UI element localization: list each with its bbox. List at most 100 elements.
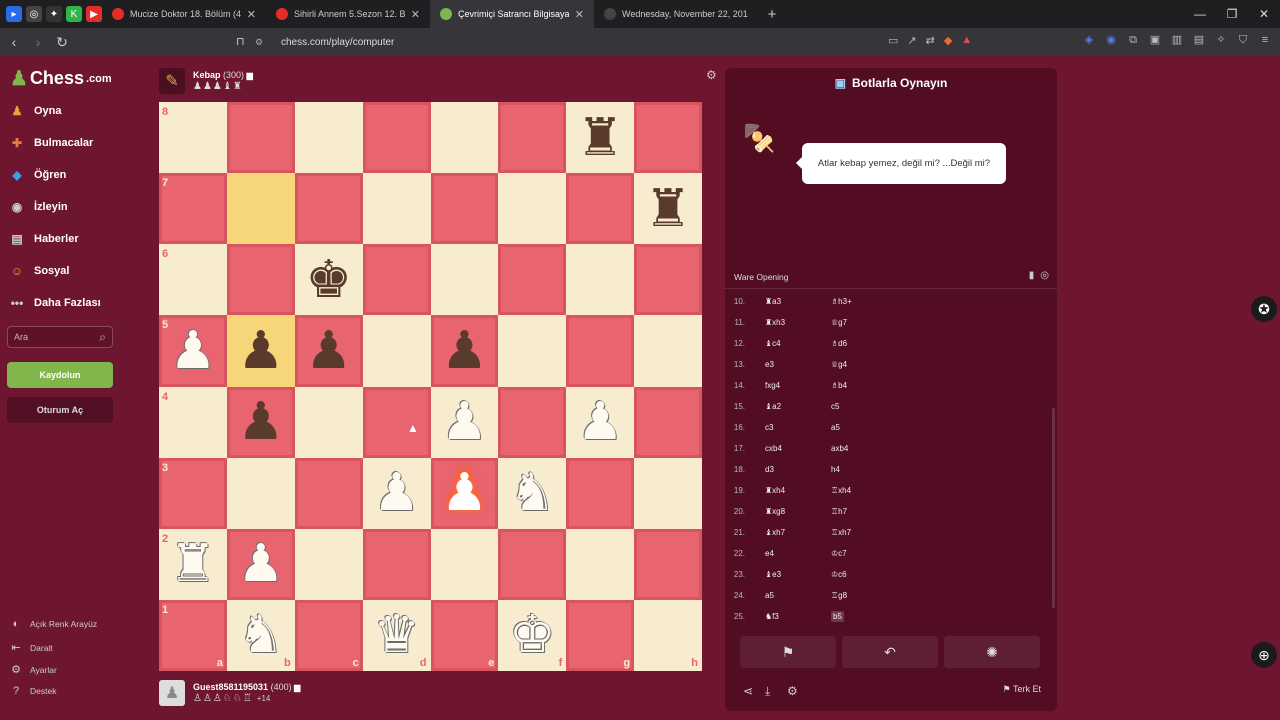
square-c6[interactable]: ♚ bbox=[294, 244, 363, 316]
square-f8[interactable] bbox=[498, 102, 567, 174]
white-move[interactable]: ♝c4 bbox=[765, 339, 831, 348]
maximize-icon[interactable]: ❐ bbox=[1216, 0, 1248, 28]
black-move[interactable]: ♔c7 bbox=[831, 549, 847, 558]
brave-shield-icon[interactable]: ◆ bbox=[944, 34, 952, 47]
white-pawn-piece[interactable]: ♟ bbox=[238, 538, 285, 590]
pinned-tab-icon[interactable]: ◎ bbox=[26, 6, 42, 22]
square-g1[interactable]: g bbox=[566, 599, 635, 671]
square-d8[interactable] bbox=[362, 102, 431, 174]
black-move[interactable]: ♗b4 bbox=[831, 381, 847, 390]
white-pawn-piece[interactable]: ♟ bbox=[441, 467, 488, 519]
black-move[interactable]: ♕g7 bbox=[831, 318, 847, 327]
search-icon[interactable]: ⌕ bbox=[99, 330, 106, 345]
board-settings-icon[interactable]: ⚙ bbox=[706, 68, 717, 82]
square-b4[interactable]: ♟ bbox=[226, 386, 295, 458]
square-c8[interactable] bbox=[294, 102, 363, 174]
square-b1[interactable]: b ♞ bbox=[226, 599, 295, 671]
black-pawn-piece[interactable]: ♟ bbox=[238, 396, 285, 448]
square-d4[interactable] bbox=[362, 386, 431, 458]
bot-avatar[interactable]: ✎ bbox=[159, 68, 185, 94]
download-icon[interactable]: ⤓ bbox=[765, 684, 770, 699]
minimize-icon[interactable]: — bbox=[1184, 0, 1216, 28]
pinned-tab-icon[interactable]: ▶ bbox=[86, 6, 102, 22]
black-move[interactable]: ♖xh7 bbox=[831, 528, 851, 537]
square-g4[interactable]: ♟ bbox=[566, 386, 635, 458]
square-f1[interactable]: f ♚ bbox=[498, 599, 567, 671]
black-pawn-piece[interactable]: ♟ bbox=[238, 325, 285, 377]
white-move[interactable]: ♝a2 bbox=[765, 402, 831, 411]
gear-icon[interactable]: ⚙ bbox=[787, 684, 798, 698]
white-pawn-piece[interactable]: ♟ bbox=[577, 396, 624, 448]
square-a5[interactable]: 5 ♟ bbox=[159, 315, 227, 387]
chess-board[interactable]: 8 ♜ 7 ♜ 6 ♚ 5 ♟ ♟ ♟ ♟ 4 ♟ ♟ ♟ 3 ♟ ♟ ♞ 2 ♜ ♟ 1 a b ♞ c d ♛ e f ♚ g h bbox=[159, 102, 702, 671]
puzzle-extension-icon[interactable]: ⧉ bbox=[1126, 33, 1140, 47]
square-a1[interactable]: 1a bbox=[159, 599, 227, 671]
black-move[interactable]: b5 bbox=[831, 611, 844, 622]
square-h4[interactable] bbox=[634, 386, 702, 458]
white-queen-piece[interactable]: ♛ bbox=[373, 609, 420, 661]
extension-icon[interactable]: ◉ bbox=[1104, 33, 1118, 47]
nav-social[interactable]: ☺ Sosyal bbox=[8, 262, 70, 280]
square-e6[interactable] bbox=[430, 244, 499, 316]
black-pawn-piece[interactable]: ♟ bbox=[305, 325, 352, 377]
white-king-piece[interactable]: ♚ bbox=[509, 609, 556, 661]
square-g5[interactable] bbox=[566, 315, 635, 387]
login-button[interactable]: Oturum Aç bbox=[7, 397, 113, 423]
black-move[interactable]: ♖g8 bbox=[831, 591, 847, 600]
brave-rewards-icon[interactable]: ▲ bbox=[961, 34, 972, 47]
white-move[interactable]: ♜xh4 bbox=[765, 486, 831, 495]
square-e2[interactable] bbox=[430, 528, 499, 600]
black-move[interactable]: ♖xh4 bbox=[831, 486, 851, 495]
square-f7[interactable] bbox=[498, 173, 567, 245]
vpn-icon[interactable]: ⛉ bbox=[1236, 33, 1250, 47]
square-a8[interactable]: 8 bbox=[159, 102, 227, 174]
square-d7[interactable] bbox=[362, 173, 431, 245]
sidebar-toggle-icon[interactable]: ▥ bbox=[1170, 33, 1184, 47]
white-move[interactable]: ♝e3 bbox=[765, 570, 831, 579]
browser-tab[interactable]: Mucize Doktor 18. Bölüm (4K) - YouT ✕ bbox=[102, 0, 266, 28]
forward-icon[interactable]: › bbox=[28, 34, 48, 50]
square-d3[interactable]: ♟ bbox=[362, 457, 431, 529]
black-move[interactable]: ♗d6 bbox=[831, 339, 847, 348]
white-move[interactable]: d3 bbox=[765, 465, 831, 474]
support-link[interactable]: ? Destek bbox=[10, 685, 57, 697]
square-f2[interactable] bbox=[498, 528, 567, 600]
opponent-name[interactable]: Kebap (300) ▆ bbox=[193, 70, 253, 80]
user-avatar[interactable]: ♟ bbox=[159, 680, 185, 706]
square-h3[interactable] bbox=[634, 457, 702, 529]
new-tab-button[interactable]: + bbox=[758, 6, 786, 23]
square-h6[interactable] bbox=[634, 244, 702, 316]
square-h2[interactable] bbox=[634, 528, 702, 600]
close-icon[interactable]: ✕ bbox=[575, 8, 584, 21]
search-input[interactable]: Ara ⌕ bbox=[7, 326, 113, 348]
translate-icon[interactable]: ⇄ bbox=[926, 34, 935, 47]
square-a7[interactable]: 7 bbox=[159, 173, 227, 245]
back-icon[interactable]: ‹ bbox=[4, 34, 24, 50]
white-move[interactable]: ♞f3 bbox=[765, 612, 831, 621]
hint-button[interactable]: ✺ bbox=[944, 636, 1040, 668]
browser-tab-active[interactable]: Çevrimiçi Satrancı Bilgisayara ✕ bbox=[430, 0, 594, 28]
square-e7[interactable] bbox=[430, 173, 499, 245]
nav-more[interactable]: ••• Daha Fazlası bbox=[8, 294, 101, 312]
white-move[interactable]: e4 bbox=[765, 549, 831, 558]
square-d5[interactable] bbox=[362, 315, 431, 387]
site-info-icon[interactable]: ⚙ bbox=[255, 37, 271, 48]
white-move[interactable]: ♜xg8 bbox=[765, 507, 831, 516]
resign-button[interactable]: ⚑ Terk Et bbox=[1003, 684, 1041, 695]
browser-tab[interactable]: Sihirli Annem 5.Sezon 12. Bölüm - Yo ✕ bbox=[266, 0, 430, 28]
pinned-tab-icon[interactable]: ▸ bbox=[6, 6, 22, 22]
square-a6[interactable]: 6 bbox=[159, 244, 227, 316]
user-name[interactable]: Guest8581195031 (400) ▆ bbox=[193, 682, 300, 692]
cast-icon[interactable]: ▭ bbox=[888, 34, 898, 47]
square-e5[interactable]: ♟ bbox=[430, 315, 499, 387]
nav-play[interactable]: ♟ Oyna bbox=[8, 102, 62, 120]
light-ui-toggle[interactable]: ◐ Açık Renk Arayüz bbox=[10, 618, 97, 630]
compass-icon[interactable]: ◎ bbox=[1040, 270, 1049, 281]
pinned-tab-icon[interactable]: ✦ bbox=[46, 6, 62, 22]
black-move[interactable]: axb4 bbox=[831, 444, 848, 453]
square-c4[interactable] bbox=[294, 386, 363, 458]
square-e8[interactable] bbox=[430, 102, 499, 174]
nav-learn[interactable]: ◆ Öğren bbox=[8, 166, 66, 184]
square-a3[interactable]: 3 bbox=[159, 457, 227, 529]
square-g6[interactable] bbox=[566, 244, 635, 316]
